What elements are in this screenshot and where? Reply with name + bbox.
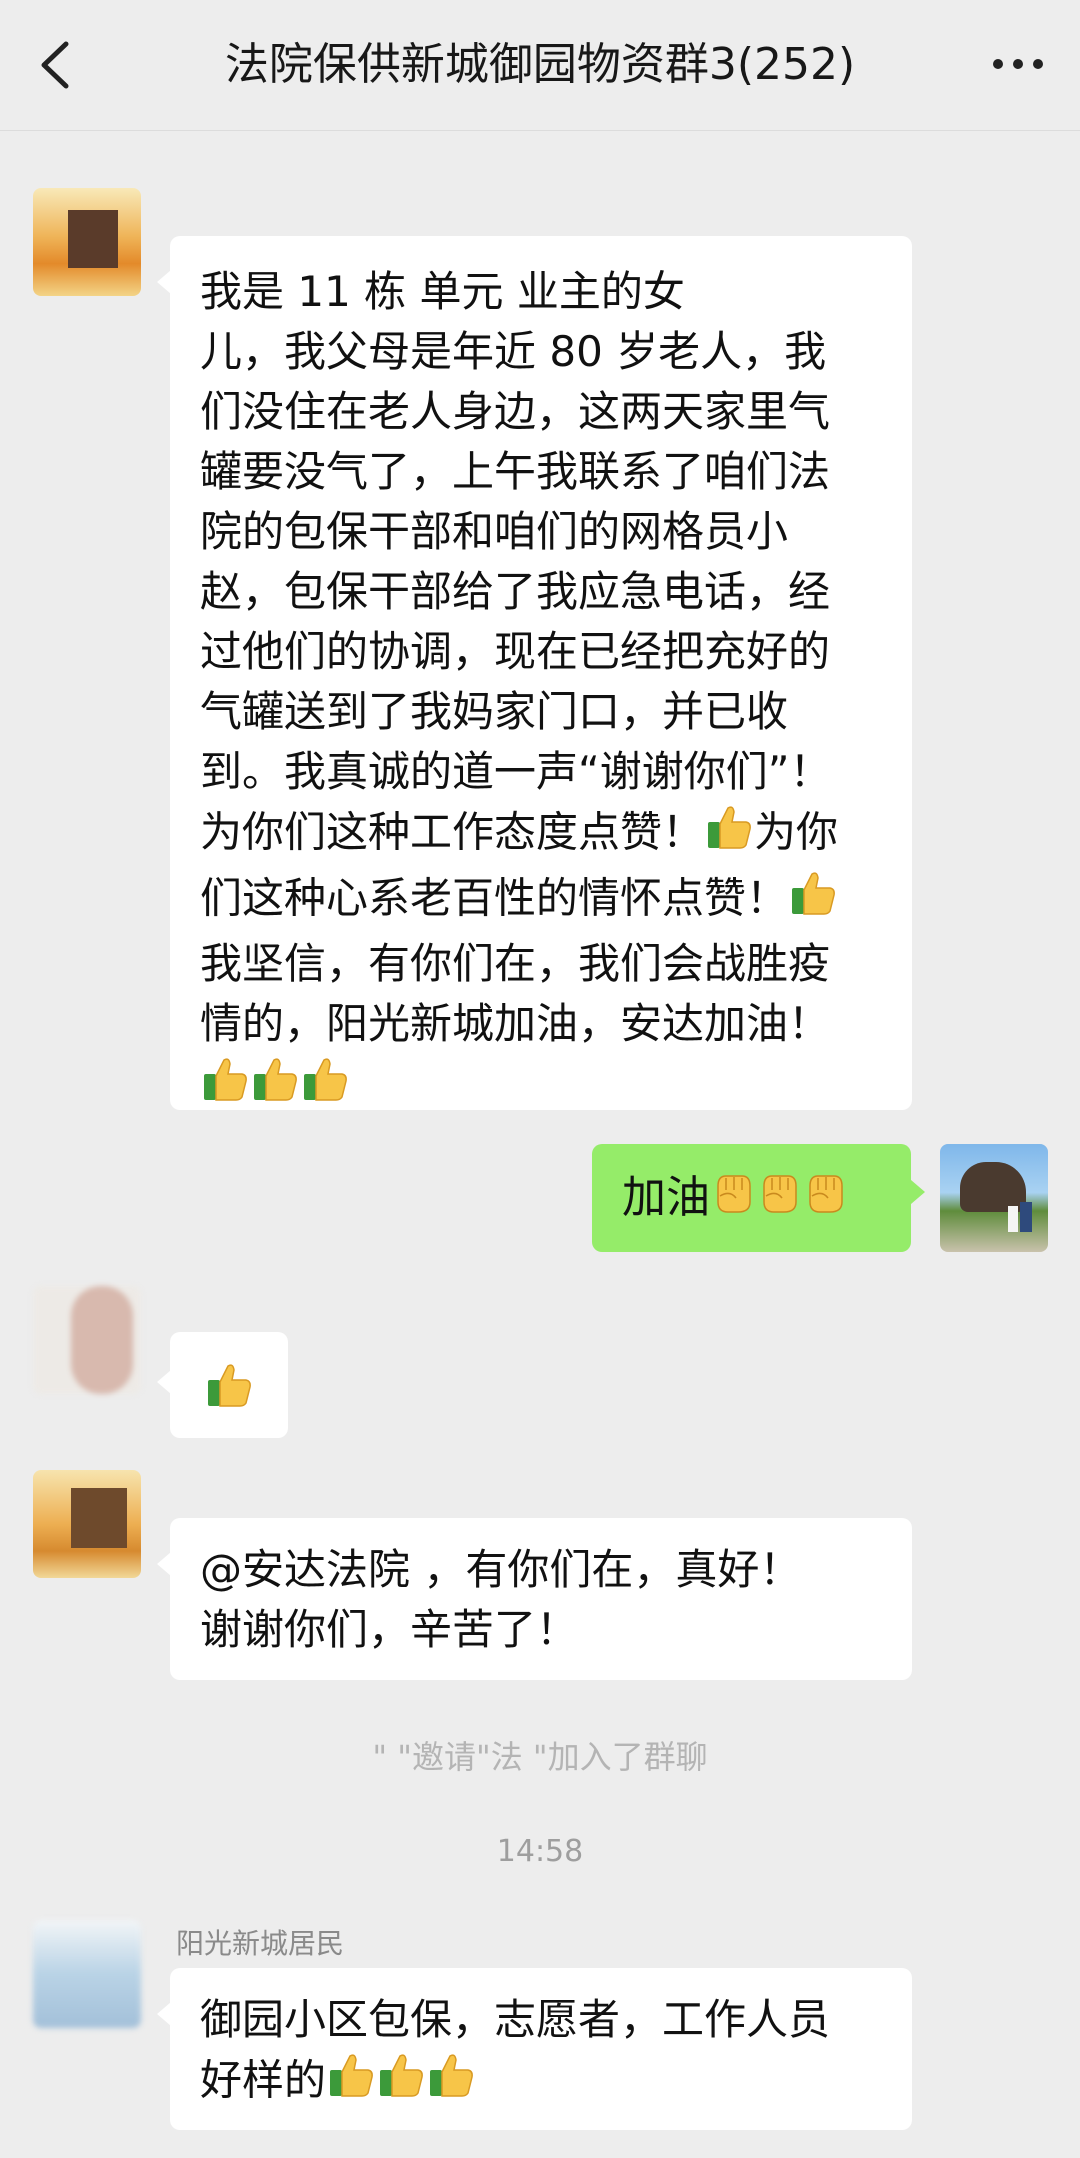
message-line: @安达法院 ，有你们在，真好！ bbox=[200, 1545, 802, 1594]
chat-title: 法院保供新城御园物资群3(252) bbox=[224, 39, 856, 90]
bubble-tail bbox=[157, 2002, 171, 2026]
message-text: 好样的 bbox=[200, 2055, 327, 2105]
message-bubble[interactable]: @安达法院 ，有你们在，真好！ 谢谢你们，辛苦了！ bbox=[170, 1518, 912, 1680]
avatar[interactable] bbox=[33, 1286, 141, 1394]
bubble-tail bbox=[157, 1370, 171, 1394]
fist-icon bbox=[756, 1168, 802, 1232]
avatar[interactable] bbox=[33, 188, 141, 296]
self-avatar[interactable] bbox=[940, 1144, 1048, 1252]
system-join-notice: " "邀请"法 "加入了群聊 bbox=[372, 1738, 708, 1776]
message-text: 为你们这种工作态度点赞！ bbox=[200, 807, 705, 857]
message-line: 们没住在老人身边，这两天家里气 bbox=[200, 387, 831, 436]
message-line: 为你们这种工作态度点赞！ 为你 bbox=[200, 802, 882, 868]
timestamp: 14:58 bbox=[496, 1834, 584, 1869]
message-line: 情的，阳光新城加油，安达加油！ bbox=[200, 999, 831, 1048]
emoji-row bbox=[200, 1054, 882, 1120]
message-line: 我是 11 栋 单元 业主的女 bbox=[200, 267, 685, 316]
message-bubble[interactable] bbox=[170, 1332, 288, 1438]
message-text: 们这种心系老百性的情怀点赞！ bbox=[200, 873, 789, 923]
message-line: 过他们的协调，现在已经把充好的 bbox=[200, 627, 831, 676]
message-line: 我坚信，有你们在，我们会战胜疫 bbox=[200, 939, 831, 988]
message-line: 院的包保干部和咱们的网格员小 bbox=[200, 507, 789, 556]
thumbs-up-icon bbox=[326, 2050, 376, 2116]
more-icon[interactable] bbox=[990, 50, 1046, 78]
message-line: 儿，我父母是年近 80 岁老人，我 bbox=[200, 327, 827, 376]
message-line: 好样的 bbox=[200, 2050, 882, 2116]
message-text: 加油 bbox=[622, 1172, 710, 1223]
message-bubble[interactable]: 御园小区包保，志愿者，工作人员 好样的 bbox=[170, 1968, 912, 2130]
message-line: 罐要没气了，上午我联系了咱们法 bbox=[200, 447, 831, 496]
fist-icon bbox=[710, 1168, 756, 1232]
thumbs-up-icon bbox=[788, 868, 838, 934]
bubble-tail bbox=[911, 1180, 925, 1204]
message-line: 到。我真诚的道一声“谢谢你们”！ bbox=[200, 747, 832, 796]
thumbs-up-icon bbox=[376, 2050, 426, 2116]
thumbs-up-icon bbox=[200, 1054, 250, 1120]
fist-icon bbox=[802, 1168, 848, 1232]
back-arrow-icon[interactable] bbox=[28, 32, 88, 98]
sender-name: 阳光新城居民 bbox=[176, 1927, 345, 1960]
bubble-tail bbox=[157, 270, 171, 294]
avatar[interactable] bbox=[33, 1470, 141, 1578]
message-line: 赵，包保干部给了我应急电话，经 bbox=[200, 567, 831, 616]
thumbs-up-icon bbox=[204, 1360, 254, 1426]
thumbs-up-icon bbox=[250, 1054, 300, 1120]
thumbs-up-icon bbox=[704, 802, 754, 868]
bubble-tail bbox=[157, 1552, 171, 1576]
message-line: 谢谢你们，辛苦了！ bbox=[200, 1605, 579, 1654]
message-line: 们这种心系老百性的情怀点赞！ bbox=[200, 868, 882, 934]
avatar[interactable] bbox=[33, 1920, 141, 2028]
title-bar: 法院保供新城御园物资群3(252) bbox=[0, 0, 1080, 131]
message-text: 为你 bbox=[754, 807, 839, 857]
message-bubble[interactable]: 我是 11 栋 单元 业主的女 儿，我父母是年近 80 岁老人，我 们没住在老人… bbox=[170, 236, 912, 1110]
message-bubble-self[interactable]: 加油 bbox=[592, 1144, 911, 1252]
message-line: 御园小区包保，志愿者，工作人员 bbox=[200, 1995, 831, 2044]
thumbs-up-icon bbox=[300, 1054, 350, 1120]
message-line: 气罐送到了我妈家门口，并已收 bbox=[200, 687, 789, 736]
thumbs-up-icon bbox=[426, 2050, 476, 2116]
